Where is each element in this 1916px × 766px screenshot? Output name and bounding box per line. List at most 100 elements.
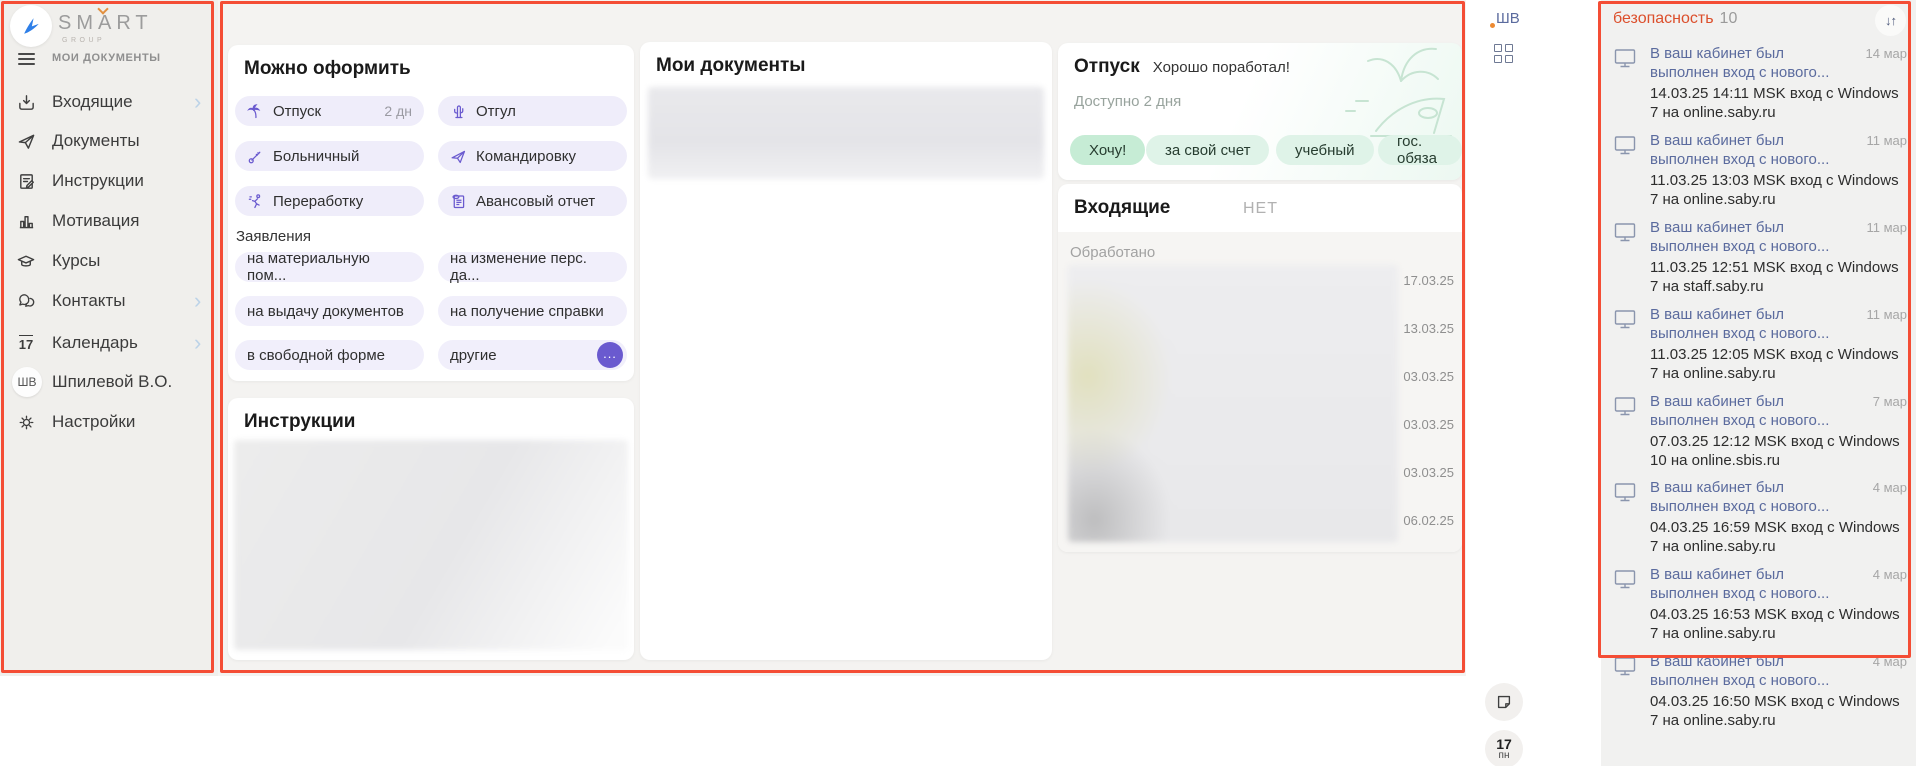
brand-logo[interactable] [10,5,52,47]
vacation-tag-own-expense[interactable]: за свой счет [1146,135,1269,165]
chat-icon [15,292,37,311]
sidebar-item-contacts[interactable]: Контакты › [0,283,218,319]
monitor-icon [1613,568,1637,590]
user-badge[interactable]: ШВ [1496,10,1520,27]
notifications-header[interactable]: безопасность 10 [1613,10,1737,28]
notification-title[interactable]: В ваш кабинет был выполнен вход с нового… [1650,305,1853,343]
sidebar-item-documents[interactable]: Документы [0,123,218,159]
notification-date: 7 мар [1873,394,1907,409]
instructions-card[interactable]: Инструкции [228,398,634,660]
sidebar-item-calendar[interactable]: 17 Календарь › [0,325,218,361]
calendar-17-icon: 17 [15,335,37,352]
notes-button[interactable] [1485,683,1523,721]
vacation-tag-state-duty[interactable]: гос. обяза [1378,135,1462,165]
paper-plane-icon [15,132,37,151]
notification-date: 11 мар [1866,307,1907,322]
quick-action-overtime[interactable]: Переработку [235,186,424,216]
note-icon [1495,693,1513,711]
notification-body: 11.03.25 12:05 MSK вход с Windows 7 на o… [1650,345,1907,383]
sidebar-item-label: Документы [52,131,140,151]
inbox-item-date: 03.03.25 [1403,417,1454,432]
application-free-form[interactable]: в свободной форме [235,340,424,370]
notification-title[interactable]: В ваш кабинет был выполнен вход с нового… [1650,652,1853,690]
notification-title[interactable]: В ваш кабинет был выполнен вход с нового… [1650,218,1853,256]
quick-action-dayoff[interactable]: Отгул [438,96,627,126]
application-certificate[interactable]: на получение справки [438,296,627,326]
notification-item[interactable]: 4 мар В ваш кабинет был выполнен вход с … [1613,478,1907,556]
notification-title[interactable]: В ваш кабинет был выполнен вход с нового… [1650,565,1853,603]
sidebar-item-profile[interactable]: ШВ Шпилевой В.О. [0,364,218,400]
card-title: Отпуск [1074,56,1140,78]
application-personal-data-change[interactable]: на изменение перс. да... [438,252,627,282]
application-other[interactable]: другие ... [438,340,627,370]
brand-subtitle: GROUP [62,37,105,44]
sidebar-item-courses[interactable]: Курсы [0,243,218,279]
application-financial-aid[interactable]: на материальную пом... [235,252,424,282]
notification-title[interactable]: В ваш кабинет был выполнен вход с нового… [1650,131,1853,169]
security-category-label[interactable]: безопасность [1613,10,1714,27]
application-document-issue[interactable]: на выдачу документов [235,296,424,326]
apps-grid-icon[interactable] [1494,44,1513,63]
processed-label: Обработано [1070,244,1155,261]
accordion-title[interactable]: МОИ ДОКУМЕНТЫ [52,52,161,64]
quick-action-expense-report[interactable]: Авансовый отчет [438,186,627,216]
monitor-icon [1613,308,1637,330]
sort-button[interactable]: ↓↑ [1875,5,1906,36]
quick-action-vacation[interactable]: Отпуск 2 дн [235,96,424,126]
notification-item[interactable]: 11 мар В ваш кабинет был выполнен вход с… [1613,218,1907,296]
monitor-icon [1613,655,1637,677]
report-icon [450,193,467,210]
monitor-icon [1613,221,1637,243]
sidebar-item-label: Входящие [52,92,133,112]
sidebar-item-motivation[interactable]: Мотивация [0,203,218,239]
hamburger-menu-icon[interactable] [18,53,35,68]
bar-chart-icon [15,212,37,231]
inbox-item-date: 13.03.25 [1403,321,1454,336]
palm-icon [247,103,264,120]
sidebar: SMART GROUP МОИ ДОКУМЕНТЫ Входящие › Док… [0,0,218,676]
bird-icon [19,14,43,38]
sidebar-item-inbox[interactable]: Входящие › [0,84,218,120]
notification-item[interactable]: 4 мар В ваш кабинет был выполнен вход с … [1613,565,1907,643]
inbox-item-date: 06.02.25 [1403,513,1454,528]
avatar: ШВ [12,367,42,397]
sidebar-item-label: Настройки [52,412,135,432]
inbox-icon [15,93,37,112]
sidebar-item-label: Инструкции [52,171,144,191]
vacation-tag-want[interactable]: Хочу! [1070,135,1145,165]
sidebar-item-label: Календарь [52,333,138,353]
notification-item[interactable]: 4 мар В ваш кабинет был выполнен вход с … [1613,652,1907,730]
notification-body: 11.03.25 12:51 MSK вход с Windows 7 на s… [1650,258,1907,296]
graduation-cap-icon [15,252,37,271]
notification-item[interactable]: 7 мар В ваш кабинет был выполнен вход с … [1613,392,1907,470]
notification-title[interactable]: В ваш кабинет был выполнен вход с нового… [1650,478,1853,516]
notification-title[interactable]: В ваш кабинет был выполнен вход с нового… [1650,392,1853,430]
notification-title[interactable]: В ваш кабинет был выполнен вход с нового… [1650,44,1853,82]
my-documents-card[interactable]: Мои документы [640,42,1052,660]
calendar-weekday: пн [1499,751,1510,761]
notification-date: 11 мар [1866,220,1907,235]
calendar-day-button[interactable]: 17 пн [1485,730,1523,766]
vacation-tag-study[interactable]: учебный [1276,135,1374,165]
application-label: на получение справки [450,303,604,320]
quick-action-label: Переработку [273,193,363,210]
sidebar-item-instructions[interactable]: Инструкции [0,163,218,199]
notifications-count: 10 [1720,10,1738,27]
notification-date: 4 мар [1873,480,1907,495]
beach-illustration [1316,43,1462,146]
sidebar-item-settings[interactable]: Настройки [0,404,218,440]
quick-action-meta: 2 дн [384,103,412,119]
sidebar-item-label: Курсы [52,251,100,271]
notification-item[interactable]: 11 мар В ваш кабинет был выполнен вход с… [1613,131,1907,209]
main-content: Можно оформить Отпуск 2 дн Отгул Больнич… [218,0,1466,676]
quick-action-sick-leave[interactable]: Больничный [235,141,424,171]
notification-item[interactable]: 11 мар В ваш кабинет был выполнен вход с… [1613,305,1907,383]
inbox-empty-badge: НЕТ [1243,200,1278,218]
card-title[interactable]: Входящие [1074,197,1170,219]
card-title: Инструкции [244,411,355,433]
more-ellipsis-button[interactable]: ... [597,342,623,368]
notification-item[interactable]: 14 мар В ваш кабинет был выполнен вход с… [1613,44,1907,122]
card-title: Можно оформить [244,58,411,80]
quick-action-business-trip[interactable]: Командировку [438,141,627,171]
monitor-icon [1613,134,1637,156]
